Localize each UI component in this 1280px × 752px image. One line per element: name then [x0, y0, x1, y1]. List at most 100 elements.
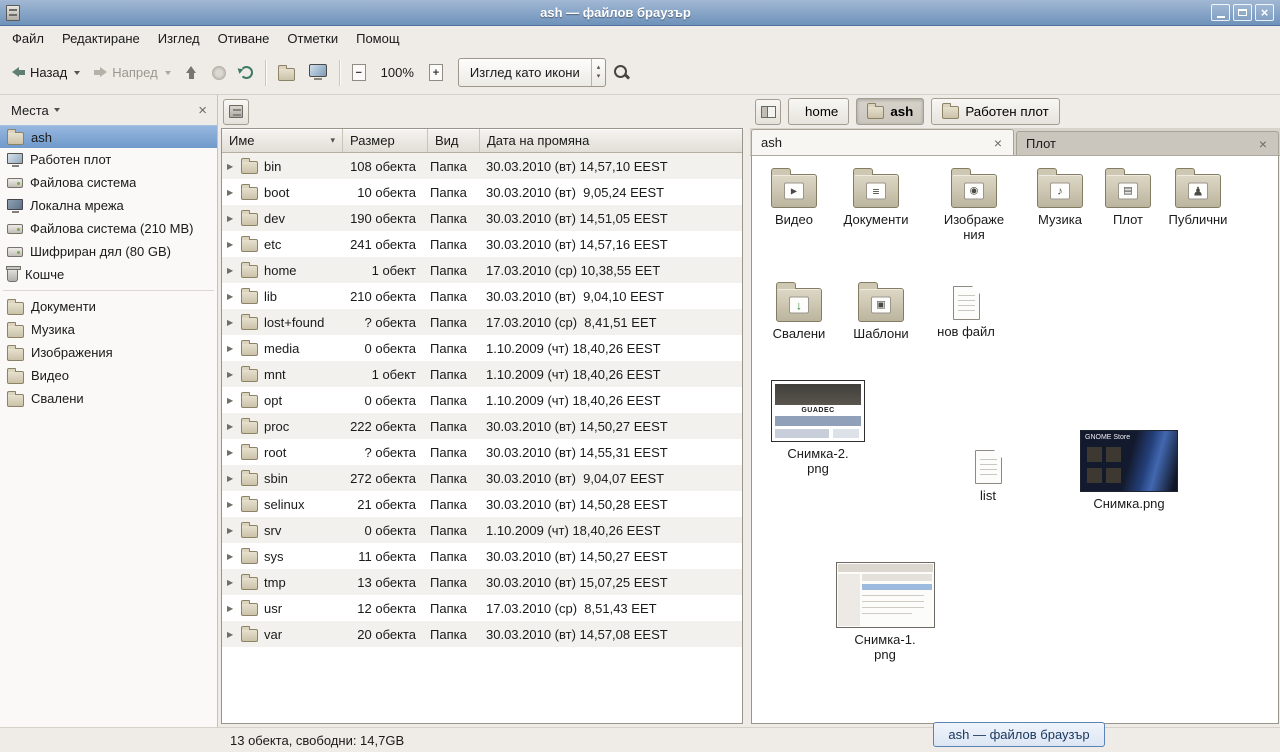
expander-icon[interactable]: ▶: [222, 552, 239, 561]
tree-row[interactable]: ▶ opt 0 обекта Папка 1.10.2009 (чт) 18,4…: [222, 387, 742, 413]
file-icon-item[interactable]: нов файл: [931, 280, 1001, 340]
expander-icon[interactable]: ▶: [222, 266, 239, 275]
file-icon-item[interactable]: Свалени: [757, 280, 841, 342]
column-header-date[interactable]: Дата на промяна: [480, 129, 742, 152]
expander-icon[interactable]: ▶: [222, 318, 239, 327]
expander-icon[interactable]: ▶: [222, 344, 239, 353]
computer-button[interactable]: [302, 57, 334, 89]
expander-icon[interactable]: ▶: [222, 292, 239, 301]
column-header-type[interactable]: Вид: [428, 129, 480, 152]
tree-row[interactable]: ▶ sys 11 обекта Папка 30.03.2010 (вт) 14…: [222, 543, 742, 569]
zoom-out-button[interactable]: −: [345, 57, 373, 89]
titlebar[interactable]: ash — файлов браузър ×: [0, 0, 1280, 26]
minimize-button[interactable]: [1211, 4, 1230, 21]
view-mode-select[interactable]: Изглед като икони ▴▾: [458, 58, 606, 87]
reload-button[interactable]: [233, 57, 260, 89]
search-button[interactable]: [606, 57, 637, 89]
tree-row[interactable]: ▶ root ? обекта Папка 30.03.2010 (вт) 14…: [222, 439, 742, 465]
chevron-down-icon[interactable]: [74, 71, 80, 75]
path-button[interactable]: home: [788, 98, 849, 125]
expander-icon[interactable]: ▶: [222, 188, 239, 197]
tree-row[interactable]: ▶ etc 241 обекта Папка 30.03.2010 (вт) 1…: [222, 231, 742, 257]
expander-icon[interactable]: ▶: [222, 474, 239, 483]
tree-row[interactable]: ▶ lib 210 обекта Папка 30.03.2010 (вт) 9…: [222, 283, 742, 309]
path-button[interactable]: ash: [856, 98, 924, 125]
tree-row[interactable]: ▶ sbin 272 обекта Папка 30.03.2010 (вт) …: [222, 465, 742, 491]
home-button[interactable]: [271, 57, 302, 89]
root-location-button[interactable]: [223, 99, 249, 125]
menu-item[interactable]: Изглед: [149, 28, 209, 49]
expander-icon[interactable]: ▶: [222, 500, 239, 509]
place-item[interactable]: Кошче: [0, 263, 217, 286]
tree-row[interactable]: ▶ bin 108 обекта Папка 30.03.2010 (вт) 1…: [222, 153, 742, 179]
menu-item[interactable]: Помощ: [347, 28, 408, 49]
file-icon-item[interactable]: Шаблони: [839, 280, 923, 342]
back-button[interactable]: Назад: [5, 57, 87, 89]
expander-icon[interactable]: ▶: [222, 240, 239, 249]
place-item[interactable]: Музика: [0, 318, 217, 341]
tree-row[interactable]: ▶ usr 12 обекта Папка 17.03.2010 (ср) 8,…: [222, 595, 742, 621]
place-item[interactable]: Локална мрежа: [0, 194, 217, 217]
close-tab-icon[interactable]: ×: [992, 136, 1004, 150]
file-icon-item[interactable]: GUADEC Снимка-2.png: [766, 378, 870, 477]
close-tab-icon[interactable]: ×: [1257, 137, 1269, 151]
chevron-down-icon[interactable]: [165, 71, 171, 75]
expander-icon[interactable]: ▶: [222, 630, 239, 639]
column-header-size[interactable]: Размер: [343, 129, 428, 152]
tree-row[interactable]: ▶ dev 190 обекта Папка 30.03.2010 (вт) 1…: [222, 205, 742, 231]
menu-item[interactable]: Отиване: [209, 28, 279, 49]
file-icon-item[interactable]: Плот: [1093, 166, 1163, 228]
file-icon-item[interactable]: GNOME Store Снимка.png: [1077, 428, 1181, 512]
path-button[interactable]: Работен плот: [931, 98, 1059, 125]
place-item[interactable]: Изображения: [0, 341, 217, 364]
file-icon-item[interactable]: Публични: [1156, 166, 1240, 228]
taskbar-window-button[interactable]: ash — файлов браузър: [933, 722, 1105, 747]
file-icon-item[interactable]: list: [953, 444, 1023, 504]
tree-row[interactable]: ▶ srv 0 обекта Папка 1.10.2009 (чт) 18,4…: [222, 517, 742, 543]
place-item[interactable]: Файлова система: [0, 171, 217, 194]
tree-row[interactable]: ▶ selinux 21 обекта Папка 30.03.2010 (вт…: [222, 491, 742, 517]
tree-row[interactable]: ▶ tmp 13 обекта Папка 30.03.2010 (вт) 15…: [222, 569, 742, 595]
file-icon-item[interactable]: Документи: [834, 166, 918, 228]
tree-row[interactable]: ▶ lost+found ? обекта Папка 17.03.2010 (…: [222, 309, 742, 335]
expander-icon[interactable]: ▶: [222, 370, 239, 379]
place-item[interactable]: Работен плот: [0, 148, 217, 171]
tab[interactable]: Плот ×: [1016, 131, 1279, 155]
tree-row[interactable]: ▶ home 1 обект Папка 17.03.2010 (ср) 10,…: [222, 257, 742, 283]
place-item[interactable]: Видео: [0, 364, 217, 387]
menu-item[interactable]: Отметки: [278, 28, 347, 49]
menu-item[interactable]: Файл: [3, 28, 53, 49]
icon-view[interactable]: Видео Документи Изображения: [751, 156, 1279, 724]
close-sidebar-icon[interactable]: ×: [192, 103, 213, 118]
forward-button[interactable]: Напред: [87, 57, 177, 89]
expander-icon[interactable]: ▶: [222, 214, 239, 223]
tree-row[interactable]: ▶ media 0 обекта Папка 1.10.2009 (чт) 18…: [222, 335, 742, 361]
pane-toggle-button[interactable]: [755, 99, 781, 125]
expander-icon[interactable]: ▶: [222, 396, 239, 405]
menu-item[interactable]: Редактиране: [53, 28, 149, 49]
column-header-name[interactable]: Име ▾: [222, 129, 343, 152]
expander-icon[interactable]: ▶: [222, 604, 239, 613]
place-item[interactable]: Шифриран дял (80 GB): [0, 240, 217, 263]
file-icon-item[interactable]: Музика: [1018, 166, 1102, 228]
expander-icon[interactable]: ▶: [222, 526, 239, 535]
expander-icon[interactable]: ▶: [222, 422, 239, 431]
tab[interactable]: ash ×: [751, 129, 1014, 155]
expander-icon[interactable]: ▶: [222, 448, 239, 457]
file-icon-item[interactable]: Снимка-1.png: [833, 560, 937, 663]
tree-row[interactable]: ▶ mnt 1 обект Папка 1.10.2009 (чт) 18,40…: [222, 361, 742, 387]
maximize-button[interactable]: [1233, 4, 1252, 21]
file-icon-item[interactable]: Видео: [752, 166, 836, 228]
place-item[interactable]: Документи: [0, 295, 217, 318]
tree-row[interactable]: ▶ boot 10 обекта Папка 30.03.2010 (вт) 9…: [222, 179, 742, 205]
expander-icon[interactable]: ▶: [222, 578, 239, 587]
spinner-arrows-icon[interactable]: ▴▾: [591, 59, 606, 86]
file-icon-item[interactable]: Изображения: [932, 166, 1016, 243]
stop-button[interactable]: [205, 57, 233, 89]
place-item[interactable]: ash: [0, 125, 217, 148]
zoom-in-button[interactable]: +: [422, 57, 450, 89]
up-button[interactable]: [178, 57, 205, 89]
tree-row[interactable]: ▶ var 20 обекта Папка 30.03.2010 (вт) 14…: [222, 621, 742, 647]
places-selector[interactable]: Места: [4, 100, 67, 121]
expander-icon[interactable]: ▶: [222, 162, 239, 171]
